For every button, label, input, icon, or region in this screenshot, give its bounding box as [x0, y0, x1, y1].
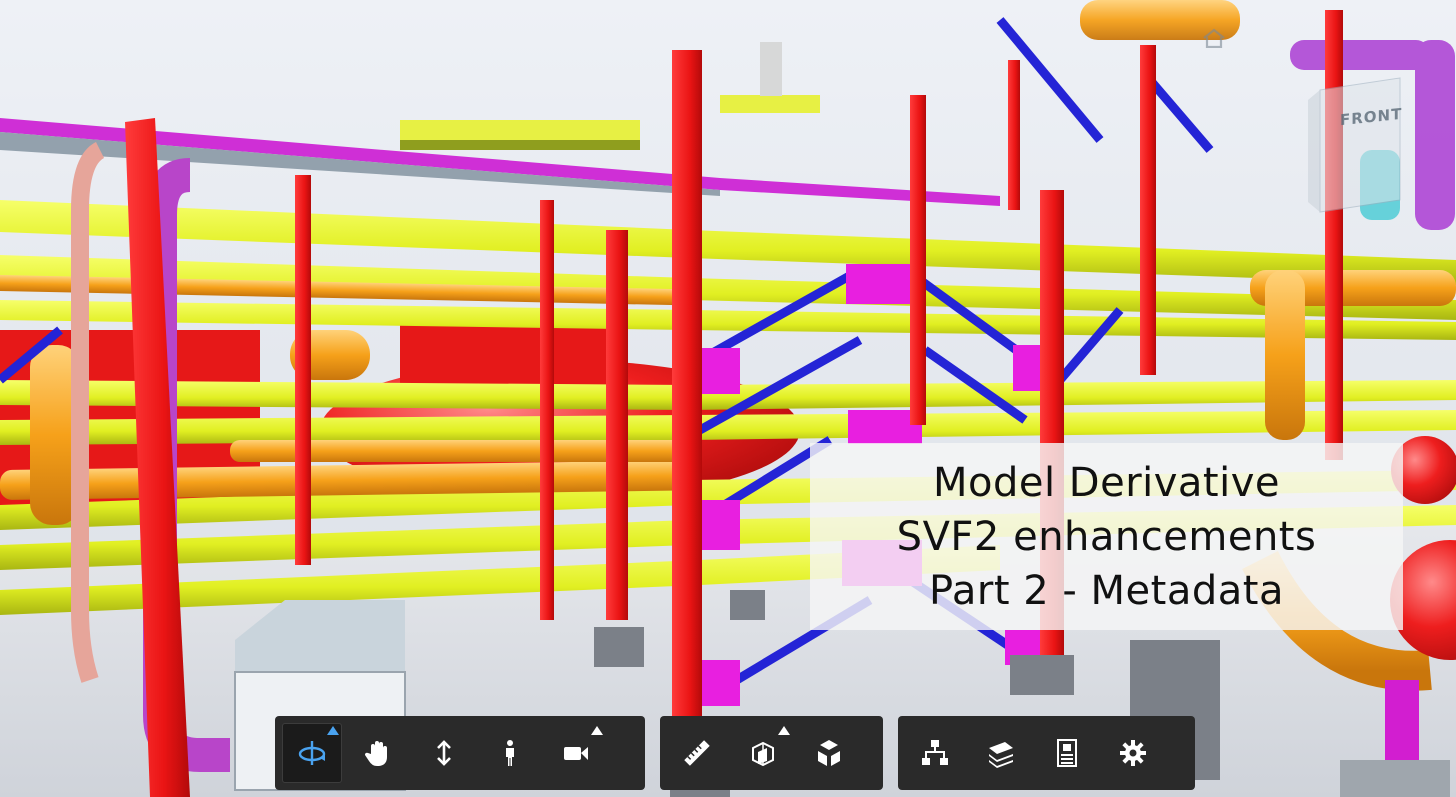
- gear-icon: [1120, 740, 1146, 766]
- first-person-tool-button[interactable]: [481, 724, 539, 782]
- camera-tool-button[interactable]: [547, 724, 605, 782]
- explode-cube-icon: [818, 740, 840, 766]
- layers-icon: [989, 742, 1013, 768]
- orbit-tool-button[interactable]: [282, 723, 342, 783]
- modeling-toolbar: [660, 716, 883, 790]
- settings-toolbar: [898, 716, 1195, 790]
- video-camera-icon: [564, 747, 588, 760]
- properties-panel-icon: [1057, 739, 1077, 767]
- title-line-1: Model Derivative: [932, 459, 1281, 506]
- 3d-model-scene[interactable]: [0, 0, 1456, 797]
- measure-tool-button[interactable]: [668, 724, 726, 782]
- person-icon: [506, 740, 514, 766]
- hand-icon: [364, 741, 387, 766]
- explode-model-tool-button[interactable]: [800, 724, 858, 782]
- settings-tool-button[interactable]: [1104, 724, 1162, 782]
- properties-tool-button[interactable]: [1038, 724, 1096, 782]
- home-icon[interactable]: [1202, 28, 1226, 49]
- flyout-indicator-icon: [327, 726, 339, 735]
- flyout-indicator-icon: [778, 726, 790, 735]
- hierarchy-icon: [922, 740, 948, 765]
- layers-tool-button[interactable]: [972, 724, 1030, 782]
- pan-tool-button[interactable]: [349, 724, 407, 782]
- zoom-arrows-icon: [437, 740, 451, 766]
- section-box-icon: [752, 741, 774, 767]
- orbit-icon: [298, 741, 326, 765]
- zoom-tool-button[interactable]: [415, 724, 473, 782]
- flyout-indicator-icon: [591, 726, 603, 735]
- viewer-canvas[interactable]: FRONT Model Derivative SVF2 enhancements…: [0, 0, 1456, 797]
- title-line-3: Part 2 - Metadata: [929, 567, 1284, 614]
- title-line-2: SVF2 enhancements: [896, 513, 1317, 560]
- navigation-toolbar: [275, 716, 645, 790]
- section-analysis-tool-button[interactable]: [734, 724, 792, 782]
- viewcube[interactable]: [1300, 70, 1410, 220]
- ruler-icon: [684, 740, 710, 766]
- model-browser-tool-button[interactable]: [906, 724, 964, 782]
- title-overlay: Model Derivative SVF2 enhancements Part …: [810, 443, 1403, 630]
